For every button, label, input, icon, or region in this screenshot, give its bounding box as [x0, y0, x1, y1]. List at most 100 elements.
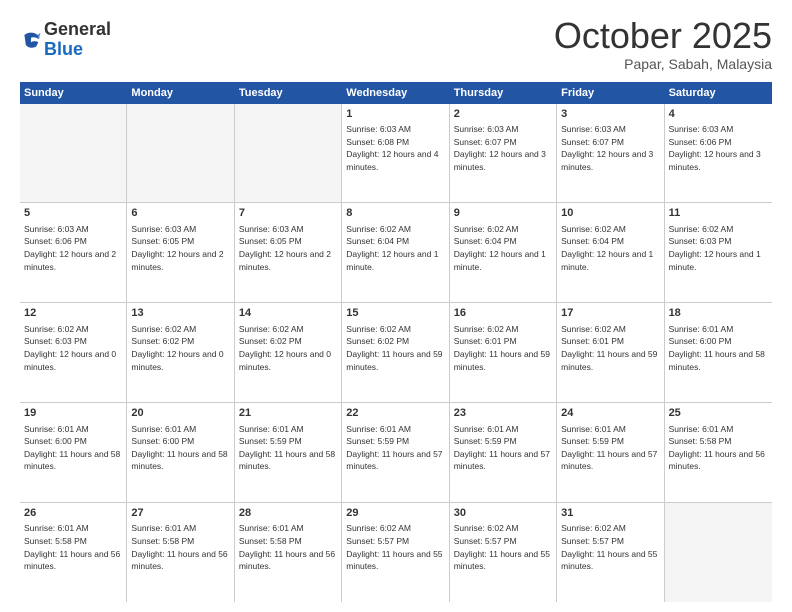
day-number: 3 [561, 107, 659, 122]
calendar-day-23: 23Sunrise: 6:01 AM Sunset: 5:59 PM Dayli… [450, 403, 557, 502]
calendar-day-24: 24 Sunrise: 6:01 AM Sunset: 5:59 PM Dayli… [557, 403, 664, 502]
day-info: Sunrise: 6:02 AM Sunset: 6:02 PM Dayligh… [346, 324, 442, 372]
calendar-day-6: 6 Sunrise: 6:03 AM Sunset: 6:05 PM Daylig… [127, 203, 234, 302]
day-info: Sunrise: 6:03 AM Sunset: 6:06 PM Dayligh… [669, 124, 761, 172]
calendar-day-empty [665, 503, 772, 602]
day-number: 13 [131, 306, 229, 321]
day-number: 27 [131, 506, 229, 521]
calendar-day-30: 30Sunrise: 6:02 AM Sunset: 5:57 PM Dayli… [450, 503, 557, 602]
day-number: 7 [239, 206, 337, 221]
day-number: 12 [24, 306, 122, 321]
calendar-day-10: 10Sunrise: 6:02 AM Sunset: 6:04 PM Dayli… [557, 203, 664, 302]
day-info: Sunrise: 6:03 AM Sunset: 6:05 PM Dayligh… [239, 224, 331, 272]
day-info: Sunrise: 6:01 AM Sunset: 5:59 PM Dayligh… [561, 424, 657, 472]
calendar-day-13: 13Sunrise: 6:02 AM Sunset: 6:02 PM Dayli… [127, 303, 234, 402]
calendar-day-21: 21 Sunrise: 6:01 AM Sunset: 5:59 PM Dayli… [235, 403, 342, 502]
day-info: Sunrise: 6:02 AM Sunset: 6:03 PM Dayligh… [24, 324, 116, 372]
calendar-day-empty [127, 104, 234, 203]
calendar-day-9: 9Sunrise: 6:02 AM Sunset: 6:04 PM Daylig… [450, 203, 557, 302]
logo-icon [20, 29, 42, 51]
header: General Blue October 2025 Papar, Sabah, … [20, 16, 772, 72]
calendar-day-14: 14Sunrise: 6:02 AM Sunset: 6:02 PM Dayli… [235, 303, 342, 402]
day-number: 29 [346, 506, 444, 521]
calendar-day-16: 16 Sunrise: 6:02 AM Sunset: 6:01 PM Dayli… [450, 303, 557, 402]
calendar-day-2: 2 Sunrise: 6:03 AM Sunset: 6:07 PM Daylig… [450, 104, 557, 203]
calendar-day-29: 29 Sunrise: 6:02 AM Sunset: 5:57 PM Dayli… [342, 503, 449, 602]
calendar-day-12: 12 Sunrise: 6:02 AM Sunset: 6:03 PM Dayli… [20, 303, 127, 402]
day-number: 5 [24, 206, 122, 221]
day-number: 11 [669, 206, 768, 221]
day-info: Sunrise: 6:02 AM Sunset: 6:01 PM Dayligh… [454, 324, 550, 372]
day-info: Sunrise: 6:02 AM Sunset: 6:04 PM Dayligh… [346, 224, 438, 272]
day-number: 1 [346, 107, 444, 122]
calendar-week-4: 19 Sunrise: 6:01 AM Sunset: 6:00 PM Dayli… [20, 403, 772, 503]
day-number: 28 [239, 506, 337, 521]
day-info: Sunrise: 6:01 AM Sunset: 5:59 PM Dayligh… [346, 424, 442, 472]
header-day-saturday: Saturday [665, 82, 772, 104]
day-number: 30 [454, 506, 552, 521]
day-number: 25 [669, 406, 768, 421]
day-number: 19 [24, 406, 122, 421]
logo: General Blue [20, 20, 111, 60]
calendar-day-18: 18 Sunrise: 6:01 AM Sunset: 6:00 PM Dayli… [665, 303, 772, 402]
calendar-day-empty [235, 104, 342, 203]
day-number: 31 [561, 506, 659, 521]
day-info: Sunrise: 6:01 AM Sunset: 5:59 PM Dayligh… [239, 424, 335, 472]
calendar-day-17: 17Sunrise: 6:02 AM Sunset: 6:01 PM Dayli… [557, 303, 664, 402]
day-info: Sunrise: 6:02 AM Sunset: 5:57 PM Dayligh… [561, 523, 657, 571]
day-info: Sunrise: 6:01 AM Sunset: 6:00 PM Dayligh… [669, 324, 765, 372]
calendar-day-5: 5Sunrise: 6:03 AM Sunset: 6:06 PM Daylig… [20, 203, 127, 302]
day-number: 24 [561, 406, 659, 421]
day-number: 22 [346, 406, 444, 421]
day-number: 18 [669, 306, 768, 321]
day-number: 8 [346, 206, 444, 221]
day-number: 21 [239, 406, 337, 421]
day-info: Sunrise: 6:02 AM Sunset: 6:03 PM Dayligh… [669, 224, 761, 272]
calendar-day-4: 4 Sunrise: 6:03 AM Sunset: 6:06 PM Daylig… [665, 104, 772, 203]
day-number: 6 [131, 206, 229, 221]
calendar-week-1: 1 Sunrise: 6:03 AM Sunset: 6:08 PM Daylig… [20, 104, 772, 204]
calendar-week-2: 5Sunrise: 6:03 AM Sunset: 6:06 PM Daylig… [20, 203, 772, 303]
day-number: 2 [454, 107, 552, 122]
day-number: 10 [561, 206, 659, 221]
logo-text: General Blue [44, 20, 111, 60]
day-info: Sunrise: 6:03 AM Sunset: 6:05 PM Dayligh… [131, 224, 223, 272]
day-number: 23 [454, 406, 552, 421]
day-info: Sunrise: 6:03 AM Sunset: 6:07 PM Dayligh… [561, 124, 653, 172]
day-number: 26 [24, 506, 122, 521]
day-info: Sunrise: 6:01 AM Sunset: 6:00 PM Dayligh… [131, 424, 227, 472]
calendar-week-5: 26 Sunrise: 6:01 AM Sunset: 5:58 PM Dayli… [20, 503, 772, 602]
day-info: Sunrise: 6:02 AM Sunset: 5:57 PM Dayligh… [346, 523, 442, 571]
header-day-friday: Friday [557, 82, 664, 104]
calendar-day-27: 27 Sunrise: 6:01 AM Sunset: 5:58 PM Dayli… [127, 503, 234, 602]
day-number: 20 [131, 406, 229, 421]
day-info: Sunrise: 6:02 AM Sunset: 6:02 PM Dayligh… [239, 324, 331, 372]
day-number: 15 [346, 306, 444, 321]
calendar-header: SundayMondayTuesdayWednesdayThursdayFrid… [20, 82, 772, 104]
page: General Blue October 2025 Papar, Sabah, … [0, 0, 792, 612]
calendar-day-1: 1 Sunrise: 6:03 AM Sunset: 6:08 PM Daylig… [342, 104, 449, 203]
day-info: Sunrise: 6:02 AM Sunset: 6:04 PM Dayligh… [454, 224, 546, 272]
day-info: Sunrise: 6:03 AM Sunset: 6:08 PM Dayligh… [346, 124, 438, 172]
day-number: 17 [561, 306, 659, 321]
month-title: October 2025 [554, 16, 772, 56]
calendar-day-8: 8 Sunrise: 6:02 AM Sunset: 6:04 PM Daylig… [342, 203, 449, 302]
header-day-sunday: Sunday [20, 82, 127, 104]
calendar-day-31: 31 Sunrise: 6:02 AM Sunset: 5:57 PM Dayli… [557, 503, 664, 602]
location-subtitle: Papar, Sabah, Malaysia [554, 56, 772, 72]
calendar-day-20: 20 Sunrise: 6:01 AM Sunset: 6:00 PM Dayli… [127, 403, 234, 502]
calendar-day-3: 3 Sunrise: 6:03 AM Sunset: 6:07 PM Daylig… [557, 104, 664, 203]
header-day-wednesday: Wednesday [342, 82, 449, 104]
day-number: 4 [669, 107, 768, 122]
calendar-day-19: 19 Sunrise: 6:01 AM Sunset: 6:00 PM Dayli… [20, 403, 127, 502]
header-day-thursday: Thursday [450, 82, 557, 104]
day-number: 16 [454, 306, 552, 321]
day-info: Sunrise: 6:01 AM Sunset: 5:58 PM Dayligh… [239, 523, 335, 571]
calendar-day-empty [20, 104, 127, 203]
day-info: Sunrise: 6:01 AM Sunset: 6:00 PM Dayligh… [24, 424, 120, 472]
calendar: SundayMondayTuesdayWednesdayThursdayFrid… [20, 82, 772, 602]
header-day-tuesday: Tuesday [235, 82, 342, 104]
day-info: Sunrise: 6:03 AM Sunset: 6:07 PM Dayligh… [454, 124, 546, 172]
day-info: Sunrise: 6:01 AM Sunset: 5:58 PM Dayligh… [131, 523, 227, 571]
calendar-week-3: 12 Sunrise: 6:02 AM Sunset: 6:03 PM Dayli… [20, 303, 772, 403]
